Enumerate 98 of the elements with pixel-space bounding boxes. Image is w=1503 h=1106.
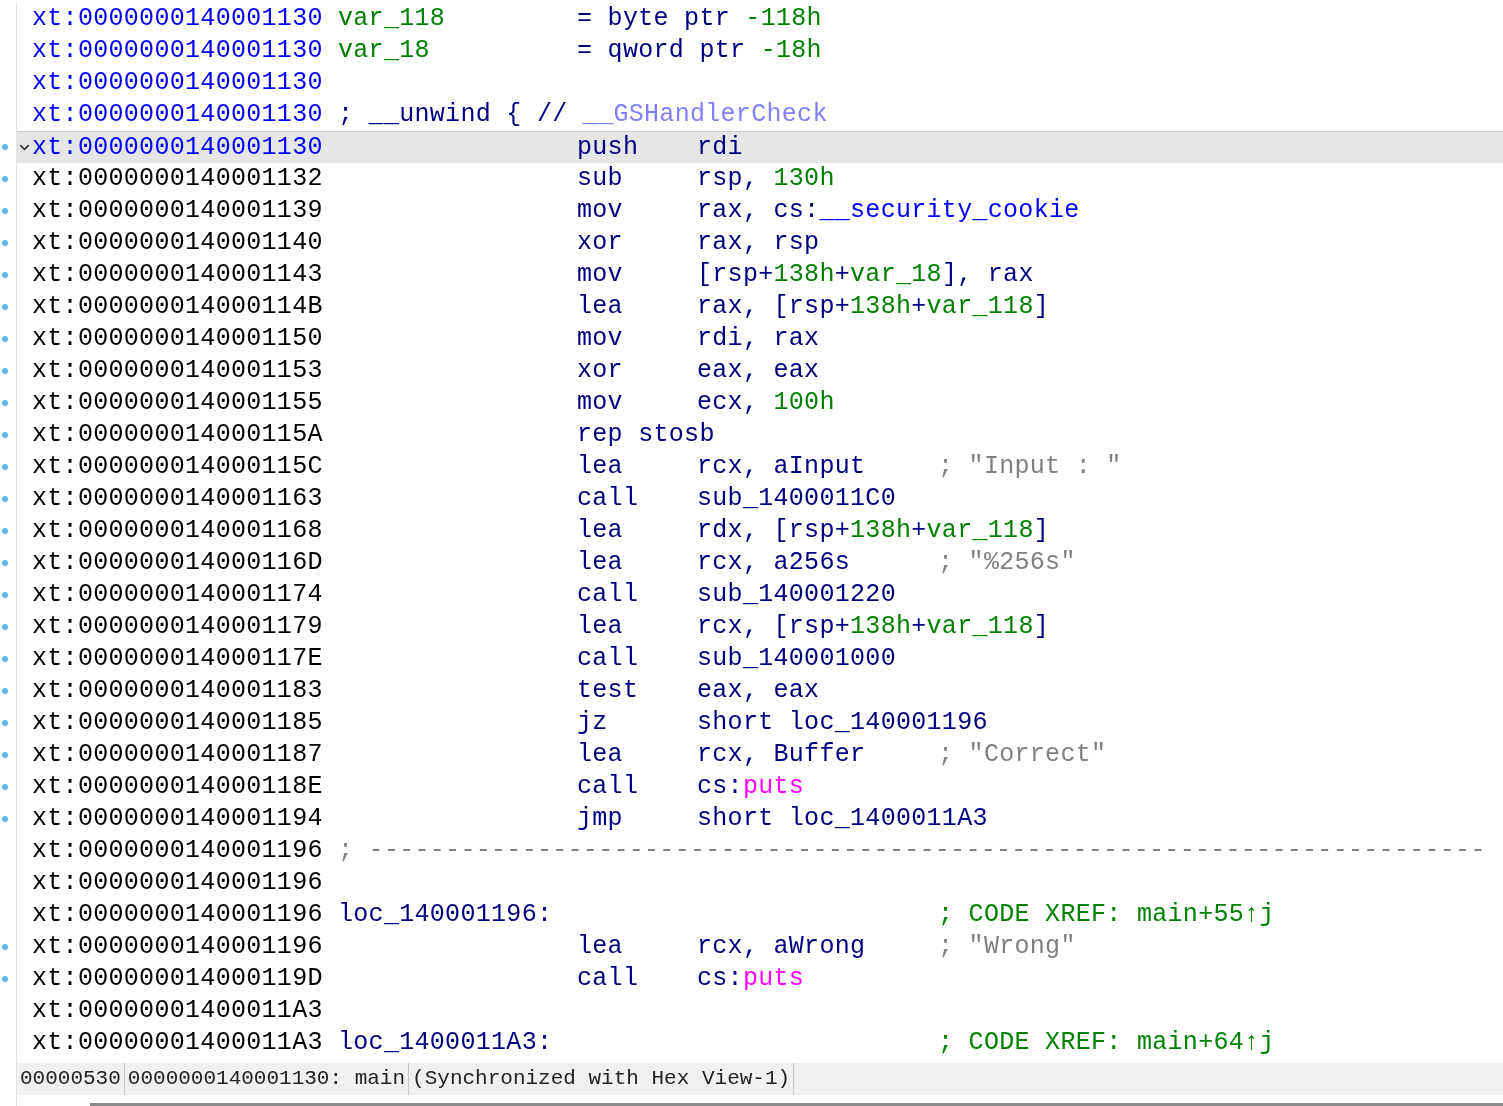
mnemonic: lea (577, 740, 623, 769)
address: xt:0000000140001130 (32, 36, 323, 65)
line-comment: ; ------------------------------------------------------------------------- (338, 836, 1486, 865)
mnemonic: xor (577, 356, 623, 385)
address: xt:0000000140001183 (32, 676, 323, 705)
comment: ; "Input : " (938, 452, 1122, 481)
comment: ; "Correct" (938, 740, 1107, 769)
operands: rcx, a256s (697, 548, 851, 577)
address: xt:0000000140001153 (32, 356, 323, 385)
operands: short loc_1400011A3 (697, 804, 988, 833)
code-label: var_118 (338, 4, 446, 33)
operands: eax, eax (697, 356, 820, 385)
address: xt:0000000140001150 (32, 324, 323, 353)
operands: cs:puts (697, 964, 805, 993)
mnemonic: jz (577, 708, 608, 737)
address: xt:0000000140001196 (32, 932, 323, 961)
line-comment: ; __unwind { // __GSHandlerCheck (338, 100, 828, 129)
address: xt:0000000140001130 (32, 4, 323, 33)
scrollbar-thumb[interactable] (90, 1103, 1503, 1106)
mnemonic: rep stosb (577, 420, 715, 449)
address: xt:000000014000114B (32, 292, 323, 321)
address: xt:0000000140001155 (32, 388, 323, 417)
mnemonic: lea (577, 548, 623, 577)
address: xt:0000000140001194 (32, 804, 323, 833)
code-label: var_18 (338, 36, 430, 65)
operands: rcx, [rsp+138h+var_118] (697, 612, 1049, 641)
operands: sub_140001220 (697, 580, 896, 609)
mnemonic: xor (577, 228, 623, 257)
comment: ; CODE XREF: main+55↑j (938, 900, 1275, 929)
operands: sub_1400011C0 (697, 484, 896, 513)
operands: rdi, rax (697, 324, 820, 353)
address: xt:0000000140001140 (32, 228, 323, 257)
mnemonic: lea (577, 932, 623, 961)
comment: ; "Wrong" (938, 932, 1076, 961)
address: xt:0000000140001132 (32, 164, 323, 193)
operands: ecx, 100h (697, 388, 835, 417)
operands: [rsp+138h+var_18], rax (697, 260, 1034, 289)
address: xt:000000014000117E (32, 644, 323, 673)
mnemonic: call (577, 772, 639, 801)
mnemonic: lea (577, 452, 623, 481)
mnemonic: jmp (577, 804, 623, 833)
comment: ; CODE XREF: main+64↑j (938, 1028, 1275, 1057)
address: xt:0000000140001179 (32, 612, 323, 641)
mnemonic: call (577, 484, 639, 513)
operands: rax, [rsp+138h+var_118] (697, 292, 1049, 321)
status-location: 0000000140001130: main (124, 1063, 410, 1095)
variable-definition: = byte ptr -118h (577, 4, 822, 33)
address: xt:0000000140001130 (32, 68, 323, 97)
mnemonic: lea (577, 516, 623, 545)
address: xt:0000000140001139 (32, 196, 323, 225)
mnemonic: lea (577, 612, 623, 641)
address: xt:0000000140001196 (32, 868, 323, 897)
address: xt:000000014000115A (32, 420, 323, 449)
address: xt:0000000140001185 (32, 708, 323, 737)
address: xt:0000000140001130 (32, 100, 323, 129)
variable-definition: = qword ptr -18h (577, 36, 822, 65)
address: xt:0000000140001187 (32, 740, 323, 769)
operands: short loc_140001196 (697, 708, 988, 737)
address: xt:0000000140001130 (32, 132, 323, 162)
operands: rdx, [rsp+138h+var_118] (697, 516, 1049, 545)
operands: rcx, Buffer (697, 740, 866, 769)
address: xt:0000000140001196 (32, 900, 323, 929)
address: xt:0000000140001143 (32, 260, 323, 289)
operands: rdi (697, 132, 743, 162)
mnemonic: mov (577, 324, 623, 353)
address: xt:00000001400011A3 (32, 1028, 323, 1057)
code-label: loc_1400011A3: (338, 1028, 553, 1057)
operands: rcx, aInput (697, 452, 866, 481)
operands: eax, eax (697, 676, 820, 705)
operands: rcx, aWrong (697, 932, 866, 961)
mnemonic: mov (577, 196, 623, 225)
address: xt:0000000140001168 (32, 516, 323, 545)
mnemonic: test (577, 676, 639, 705)
address: xt:0000000140001163 (32, 484, 323, 513)
mnemonic: lea (577, 292, 623, 321)
address: xt:0000000140001174 (32, 580, 323, 609)
status-sync: (Synchronized with Hex View-1) (409, 1063, 795, 1095)
operands: rax, rsp (697, 228, 820, 257)
mnemonic: mov (577, 260, 623, 289)
mnemonic: call (577, 964, 639, 993)
status-offset: 00000530 (17, 1063, 125, 1095)
mnemonic: mov (577, 388, 623, 417)
mnemonic: sub (577, 164, 623, 193)
address: xt:0000000140001196 (32, 836, 323, 865)
comment: ; "%256s" (938, 548, 1076, 577)
address: xt:00000001400011A3 (32, 996, 323, 1025)
address: xt:000000014000116D (32, 548, 323, 577)
address: xt:000000014000115C (32, 452, 323, 481)
operands: cs:puts (697, 772, 805, 801)
operands: rax, cs:__security_cookie (697, 196, 1080, 225)
address: xt:000000014000119D (32, 964, 323, 993)
operands: rsp, 130h (697, 164, 835, 193)
mnemonic: push (577, 132, 639, 162)
mnemonic: call (577, 580, 639, 609)
mnemonic: call (577, 644, 639, 673)
operands: sub_140001000 (697, 644, 896, 673)
address: xt:000000014000118E (32, 772, 323, 801)
code-label: loc_140001196: (338, 900, 553, 929)
